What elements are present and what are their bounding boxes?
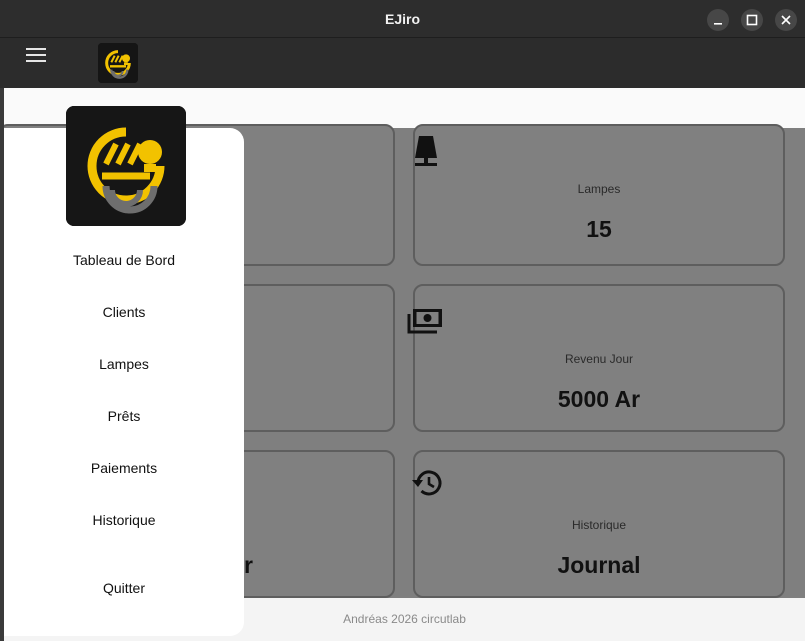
menu-icon[interactable]: [26, 48, 46, 64]
card-value: 15: [586, 216, 612, 242]
nav-item-history[interactable]: Historique: [4, 502, 244, 538]
dashboard-card-revenue[interactable]: Revenu Jour 5000 Ar: [407, 284, 785, 432]
minimize-icon: [714, 23, 722, 25]
dashboard-card-lamps[interactable]: Lampes 15: [413, 124, 785, 266]
card-value: Journal: [557, 552, 641, 578]
nav-item-loans[interactable]: Prêts: [4, 398, 244, 434]
card-label: Revenu Jour: [564, 352, 634, 366]
app-toolbar: [0, 38, 805, 88]
close-icon: [781, 15, 791, 25]
nav-item-dashboard[interactable]: Tableau de Bord: [4, 242, 244, 278]
drawer-logo: [66, 106, 186, 226]
dashboard-card-history[interactable]: Historique Journal: [412, 450, 785, 598]
nav-item-lamps[interactable]: Lampes: [4, 346, 244, 382]
card-label: Historique: [571, 518, 627, 532]
nav-item-payments[interactable]: Paiements: [4, 450, 244, 486]
money-icon: [407, 309, 442, 334]
card-value: 5000 Ar: [557, 386, 641, 412]
maximize-icon: [746, 14, 758, 26]
nav-item-quit[interactable]: Quitter: [4, 570, 244, 606]
nav-item-clients[interactable]: Clients: [4, 294, 244, 330]
minimize-button[interactable]: [707, 9, 729, 31]
card-label: Lampes: [577, 182, 621, 196]
lamp-icon: [415, 136, 437, 166]
maximize-button[interactable]: [741, 9, 763, 31]
history-icon: [412, 470, 442, 496]
window-title: EJiro: [384, 11, 420, 27]
close-button[interactable]: [775, 9, 797, 31]
window-titlebar: EJiro: [0, 0, 805, 38]
app-logo: [98, 43, 138, 83]
